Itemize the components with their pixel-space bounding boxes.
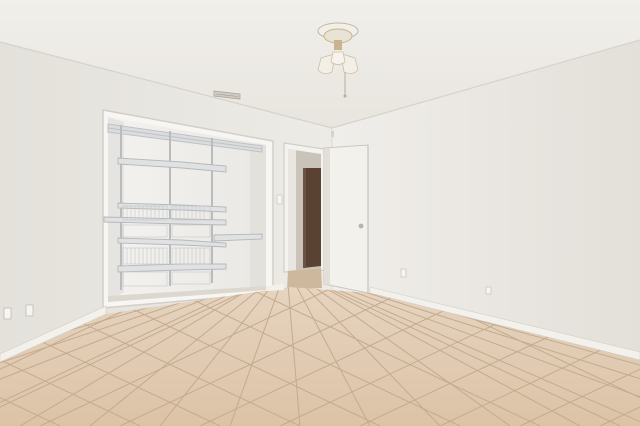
door-knob [358, 223, 364, 229]
hallway-doorway [283, 142, 325, 290]
wall-outlet [485, 286, 492, 295]
wall-outlet [400, 268, 407, 278]
room-photo [0, 0, 640, 426]
closet [102, 109, 274, 309]
wall-outlet [3, 307, 12, 320]
room-illustration [0, 0, 640, 426]
bedroom-door [323, 144, 369, 294]
light-switch [276, 194, 283, 205]
wall-outlet [25, 304, 34, 317]
